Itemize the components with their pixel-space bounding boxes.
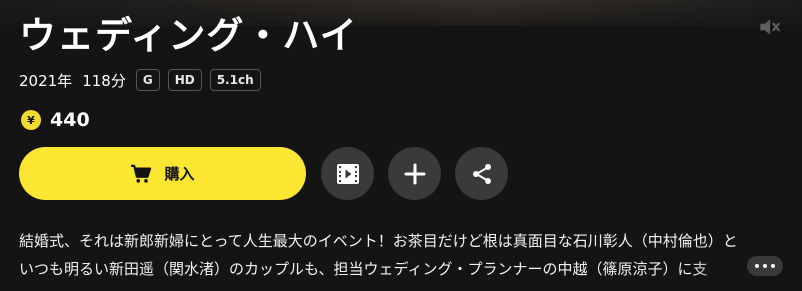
mute-button[interactable] xyxy=(754,12,784,42)
buy-button-label: 購入 xyxy=(164,166,195,183)
price-value: 440 xyxy=(50,109,90,131)
meta-row: 2021年 118分 G HD 5.1ch xyxy=(19,68,269,92)
release-year: 2021年 xyxy=(19,71,73,90)
film-icon xyxy=(336,163,359,184)
price: ¥ 440 xyxy=(21,109,90,131)
more-dots-icon xyxy=(755,264,759,268)
synopsis-line: 結婚式、それは新郎新婦にとって人生最大のイベント！お茶目だけど根は真面目な石川彰… xyxy=(19,232,738,250)
page-title: ウェディング・ハイ xyxy=(19,14,358,57)
rating-badge: G xyxy=(135,69,160,91)
audio-badge: 5.1ch xyxy=(209,69,261,91)
synopsis-fade xyxy=(690,252,750,282)
speaker-muted-icon xyxy=(760,19,780,35)
quality-badge: HD xyxy=(167,69,202,91)
synopsis: 結婚式、それは新郎新婦にとって人生最大のイベント！お茶目だけど根は真面目な石川彰… xyxy=(19,227,785,283)
more-button[interactable] xyxy=(747,256,783,276)
synopsis-line: いつも明るい新田遥（関水渚）のカップルも、担当ウェディング・プランナーの中越（篠… xyxy=(19,260,708,278)
share-icon xyxy=(472,163,491,184)
add-to-list-button[interactable] xyxy=(388,147,441,200)
cart-icon xyxy=(131,164,152,183)
share-button[interactable] xyxy=(455,147,508,200)
trailer-button[interactable] xyxy=(321,147,374,200)
plus-icon xyxy=(404,163,425,184)
buy-button[interactable]: 購入 xyxy=(19,147,306,200)
yen-coin-icon: ¥ xyxy=(21,110,41,130)
duration: 118分 xyxy=(82,71,126,90)
